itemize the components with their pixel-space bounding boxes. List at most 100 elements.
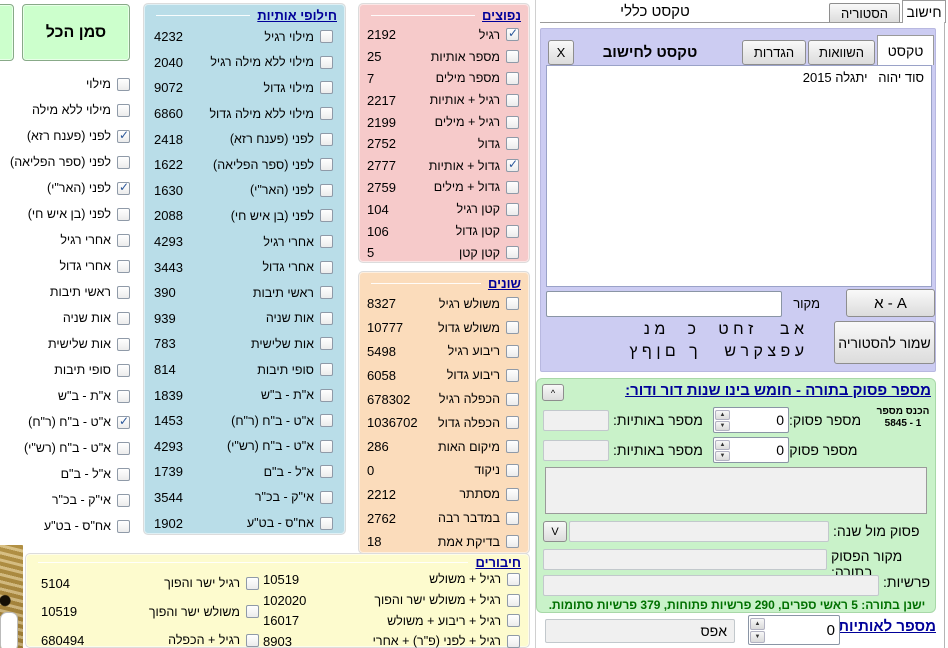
verse-number-value[interactable]: 0 [731,408,788,432]
alef-a-button[interactable]: א - A [846,289,935,317]
checkbox[interactable] [507,635,520,648]
checkbox[interactable] [320,414,333,427]
save-history-button[interactable]: שמור להסטוריה [834,321,935,364]
close-button[interactable]: X [548,40,574,65]
checkbox[interactable] [506,464,519,477]
number-to-letters-value[interactable]: 0 [766,616,839,644]
tab-calculation[interactable]: חישוב [902,0,946,23]
spinner-buttons[interactable]: ▲▼ [714,438,731,462]
checkbox[interactable] [117,260,130,273]
checkbox[interactable] [117,156,130,169]
tab-settings[interactable]: הגדרות [742,40,806,65]
checkbox[interactable] [506,72,519,85]
checkbox[interactable] [506,116,519,129]
spin-up-icon[interactable]: ▲ [750,618,765,630]
number-to-letters-spinner[interactable]: 0 ▲▼ [748,615,840,645]
checkbox[interactable] [117,416,130,429]
verse-number-spinner[interactable]: 0 ▲▼ [713,407,789,433]
reverse-verse-value[interactable]: 0 [731,438,788,462]
missing-letters-row-1[interactable]: א ב ז ח ט כ מ נ [546,321,804,343]
checkbox[interactable] [506,28,519,41]
checkbox[interactable] [117,234,130,247]
checkbox[interactable] [320,286,333,299]
checkbox[interactable] [117,104,130,117]
checkbox[interactable] [507,573,520,586]
checkbox[interactable] [117,520,130,533]
checkbox[interactable] [117,468,130,481]
panel-title[interactable]: שונים [488,276,521,291]
checkbox[interactable] [506,535,519,548]
calculation-textarea[interactable]: סוד יהוה יתגלה 2015 [546,65,932,287]
source-input[interactable] [546,291,782,317]
checkbox[interactable] [117,130,130,143]
tab-history[interactable]: הסטוריה [829,3,900,23]
checkbox[interactable] [506,440,519,453]
checkbox[interactable] [320,81,333,94]
checkbox[interactable] [246,577,259,590]
checkbox[interactable] [320,261,333,274]
reverse-verse-spinner[interactable]: 0 ▲▼ [713,437,789,463]
panel-title[interactable]: נפוצים [482,8,521,23]
checkbox[interactable] [117,390,130,403]
checkbox[interactable] [117,494,130,507]
checkbox[interactable] [320,30,333,43]
checkbox[interactable] [117,78,130,91]
checkbox[interactable] [320,184,333,197]
checkbox[interactable] [506,369,519,382]
checkbox[interactable] [506,159,519,172]
missing-letters-row-2[interactable]: ע פ צ ק ר ש ך ם ן ף ץ [546,343,804,365]
checkbox[interactable] [117,182,130,195]
checkbox[interactable] [506,181,519,194]
checkbox[interactable] [117,286,130,299]
checkbox[interactable] [320,517,333,530]
checkbox[interactable] [507,594,520,607]
collapse-button[interactable]: ^ [542,384,564,401]
checkbox[interactable] [506,50,519,63]
checkbox[interactable] [320,107,333,120]
number-to-letters-link[interactable]: מספר לאותיות [843,618,936,635]
checkbox[interactable] [506,94,519,107]
checkbox[interactable] [506,297,519,310]
checkbox[interactable] [320,235,333,248]
checkbox[interactable] [320,337,333,350]
spinner-buttons[interactable]: ▲▼ [714,408,731,432]
checkbox[interactable] [506,203,519,216]
checkbox[interactable] [506,246,519,259]
checkbox[interactable] [117,338,130,351]
tab-comparisons[interactable]: השוואות [808,40,875,65]
checkbox[interactable] [117,442,130,455]
checkbox[interactable] [320,491,333,504]
checkbox[interactable] [117,208,130,221]
checkbox[interactable] [506,137,519,150]
mark-all-button[interactable]: סמן הכל [22,4,130,61]
panel-title[interactable]: חיבורים [475,555,521,570]
spin-down-icon[interactable]: ▼ [715,421,730,431]
spin-down-icon[interactable]: ▼ [715,451,730,461]
v-button[interactable]: V [543,521,567,542]
checkbox[interactable] [506,416,519,429]
panel-title[interactable]: חילופי אותיות [257,8,337,23]
checkbox[interactable] [320,363,333,376]
checkbox[interactable] [507,614,520,627]
tab-text[interactable]: טקסט [877,35,934,65]
checkbox[interactable] [117,312,130,325]
checkbox[interactable] [320,389,333,402]
checkbox[interactable] [320,133,333,146]
checkbox[interactable] [506,393,519,406]
checkbox[interactable] [320,465,333,478]
checkbox[interactable] [320,56,333,69]
checkbox[interactable] [320,440,333,453]
checkbox[interactable] [506,345,519,358]
checkbox[interactable] [320,209,333,222]
clipped-left-button[interactable] [0,4,14,61]
verse-panel-title[interactable]: מספר פסוק בתורה - חומש בינו שנות דור ודו… [567,382,931,399]
spinner-buttons[interactable]: ▲▼ [749,616,766,644]
checkbox[interactable] [506,225,519,238]
spin-up-icon[interactable]: ▲ [715,410,730,420]
checkbox[interactable] [117,364,130,377]
checkbox[interactable] [320,312,333,325]
checkbox[interactable] [506,488,519,501]
spin-up-icon[interactable]: ▲ [715,440,730,450]
checkbox[interactable] [246,605,259,618]
checkbox[interactable] [506,321,519,334]
